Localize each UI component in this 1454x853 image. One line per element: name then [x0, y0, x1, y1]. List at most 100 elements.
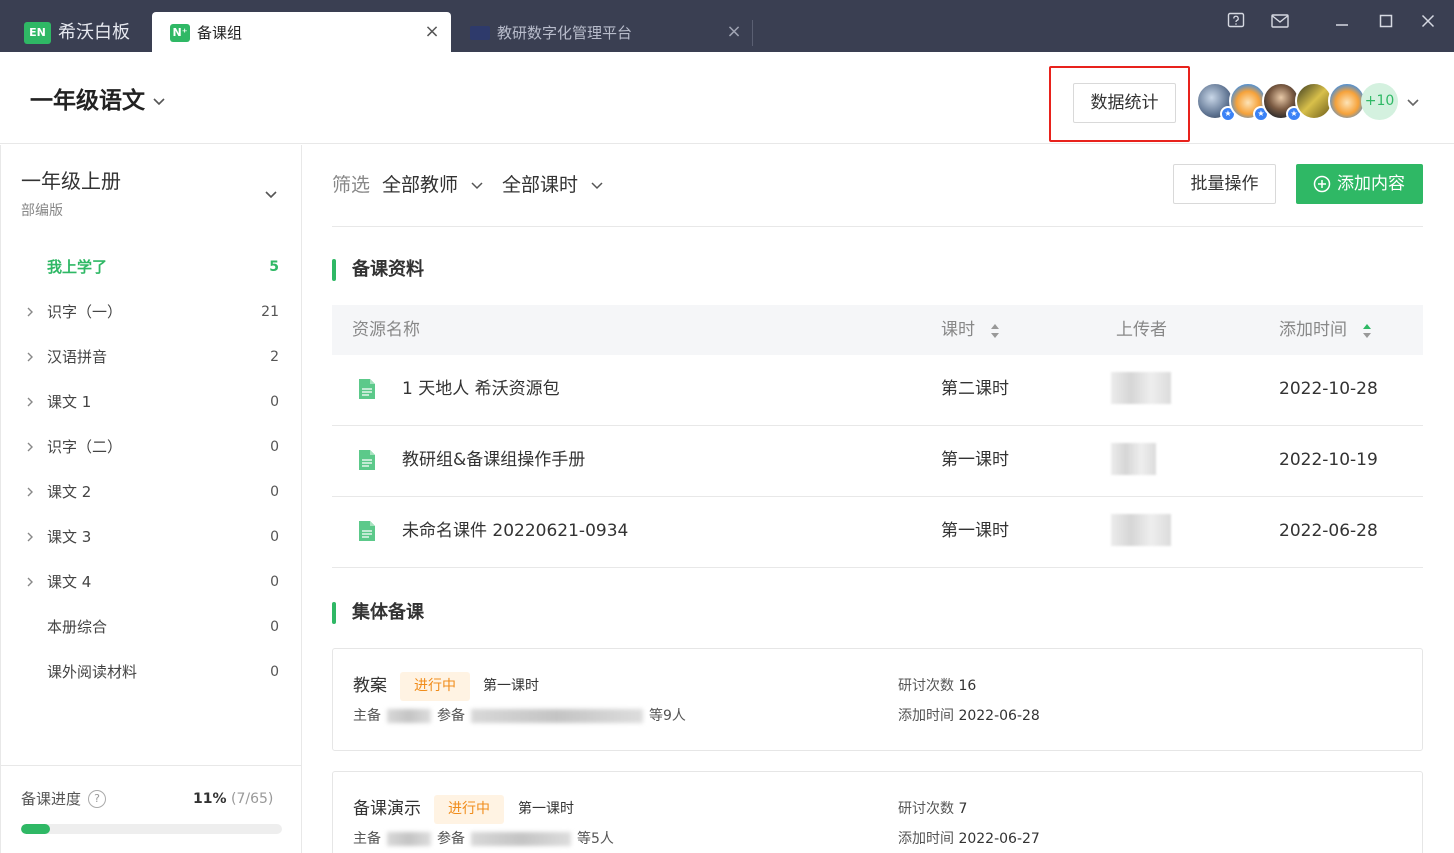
sort-icon[interactable]	[990, 323, 1000, 339]
document-icon	[359, 450, 375, 470]
card-title: 备课演示	[353, 799, 421, 819]
collective-lesson-card[interactable]: 教案 进行中 第一课时 主备 参备 等9人 研讨次数 16 添加时间 2022-06…	[332, 648, 1423, 751]
participants-suffix: 等9人	[649, 708, 686, 724]
volume-title[interactable]: 一年级上册	[21, 167, 121, 195]
chevron-down-icon[interactable]	[262, 185, 280, 203]
sidebar-item[interactable]: 本册综合 0	[1, 605, 301, 650]
resource-date: 2022-10-19	[1279, 450, 1378, 470]
progress-percent: 11%	[193, 791, 227, 807]
sidebar-item[interactable]: 课文 3 0	[1, 515, 301, 560]
sidebar-item-count: 0	[270, 529, 279, 545]
add-content-button[interactable]: 添加内容	[1296, 164, 1423, 204]
progress-label: 备课进度	[21, 790, 82, 808]
table-row[interactable]: 教研组&备课组操作手册 第一课时 2022-10-19	[332, 426, 1423, 497]
lesson-group-icon: N⁺	[170, 24, 190, 42]
sidebar-item[interactable]: 识字（一） 21	[1, 290, 301, 335]
resource-lesson: 第一课时	[941, 450, 1009, 470]
sidebar-item[interactable]: 课外阅读材料 0	[1, 650, 301, 695]
sidebar-item-count: 0	[270, 484, 279, 500]
platform-icon	[470, 26, 490, 40]
sort-icon[interactable]	[1362, 323, 1372, 339]
sidebar-item[interactable]: 课文 4 0	[1, 560, 301, 605]
table-header: 资源名称 课时 上传者 添加时间	[332, 305, 1423, 355]
sidebar-item-count: 5	[269, 259, 279, 275]
uploader-redacted	[1111, 372, 1171, 404]
tab-divider	[752, 20, 753, 46]
chevron-right-icon[interactable]	[23, 395, 37, 409]
sidebar-item-label: 识字（二）	[47, 438, 123, 456]
host-redacted	[387, 832, 431, 846]
chevron-right-icon[interactable]	[23, 530, 37, 544]
chevron-down-icon[interactable]	[1405, 94, 1421, 110]
chevron-right-icon[interactable]	[23, 575, 37, 589]
discussion-count: 研讨次数 7	[898, 801, 968, 817]
chevron-right-icon[interactable]	[23, 485, 37, 499]
sidebar-item-label: 课外阅读材料	[47, 663, 138, 681]
chevron-right-icon[interactable]	[23, 350, 37, 364]
sidebar-item[interactable]: 汉语拼音 2	[1, 335, 301, 380]
tab-research-platform[interactable]: 教研数字化管理平台 ×	[452, 12, 752, 52]
tab-lesson-group[interactable]: N⁺ 备课组 ×	[152, 12, 451, 52]
chevron-down-icon[interactable]	[150, 92, 168, 110]
column-header-date[interactable]: 添加时间	[1279, 317, 1347, 343]
progress-bar	[21, 824, 282, 834]
divider	[332, 226, 1423, 227]
sidebar-item-count: 0	[270, 394, 279, 410]
column-header-lesson[interactable]: 课时	[941, 317, 975, 343]
card-participants: 主备 参备 等9人	[353, 705, 686, 727]
sidebar-item-label: 课文 2	[47, 483, 92, 501]
host-redacted	[387, 709, 431, 723]
participants-suffix: 等5人	[577, 831, 614, 847]
resource-name: 1 天地人 希沃资源包	[402, 379, 560, 399]
chevron-right-icon[interactable]	[23, 305, 37, 319]
discussion-count: 研讨次数 16	[898, 678, 977, 694]
lesson-filter-dropdown[interactable]: 全部课时	[502, 172, 578, 198]
mail-icon[interactable]	[1266, 8, 1294, 34]
minimize-icon[interactable]	[1328, 8, 1356, 34]
close-window-icon[interactable]	[1414, 8, 1442, 34]
table-row[interactable]: 未命名课件 20220621-0934 第一课时 2022-06-28	[332, 497, 1423, 568]
chevron-right-icon[interactable]	[23, 440, 37, 454]
tab-label: 备课组	[197, 24, 243, 42]
resource-lesson: 第一课时	[941, 521, 1009, 541]
more-members-count[interactable]: +10	[1361, 83, 1398, 120]
maximize-icon[interactable]	[1372, 8, 1400, 34]
plus-circle-icon	[1313, 175, 1331, 193]
collective-lesson-card[interactable]: 备课演示 进行中 第一课时 主备 参备 等5人 研讨次数 7 添加时间 2022-0…	[332, 771, 1423, 853]
sidebar-item[interactable]: 我上学了 5	[1, 245, 301, 290]
chevron-down-icon[interactable]	[589, 177, 605, 193]
course-header: 一年级语文 数据统计 ★ ★ ★ +10	[0, 52, 1454, 144]
sidebar-item[interactable]: 识字（二） 0	[1, 425, 301, 470]
progress-fraction: (7/65)	[231, 791, 274, 807]
sidebar-item-label: 我上学了	[47, 258, 108, 276]
teacher-filter-dropdown[interactable]: 全部教师	[382, 172, 458, 198]
sidebar-item-label: 课文 1	[47, 393, 92, 411]
question-icon[interactable]: ?	[88, 790, 106, 808]
course-title[interactable]: 一年级语文	[30, 86, 145, 116]
volume-edition: 部编版	[21, 203, 63, 219]
sidebar-item-label: 汉语拼音	[47, 348, 108, 366]
resource-lesson: 第二课时	[941, 379, 1009, 399]
close-icon[interactable]: ×	[420, 20, 444, 44]
sidebar-item[interactable]: 课文 2 0	[1, 470, 301, 515]
host-label: 主备	[353, 708, 381, 724]
title-bar: EN 希沃白板 N⁺ 备课组 × 教研数字化管理平台 ×	[0, 0, 1454, 52]
document-icon	[359, 521, 375, 541]
sidebar: 一年级上册 部编版 我上学了 5 识字（一） 21 汉语拼音 2 课文 1 0 …	[0, 145, 302, 853]
uploader-redacted	[1111, 443, 1156, 475]
help-icon[interactable]	[1222, 8, 1250, 34]
add-content-label: 添加内容	[1337, 174, 1405, 194]
sidebar-item-count: 0	[270, 574, 279, 590]
sidebar-item-count: 0	[270, 619, 279, 635]
data-stats-button[interactable]: 数据统计	[1073, 83, 1176, 123]
batch-operation-button[interactable]: 批量操作	[1173, 164, 1276, 204]
tab-label: 教研数字化管理平台	[497, 24, 633, 42]
sidebar-item-label: 本册综合	[47, 618, 108, 636]
table-row[interactable]: 1 天地人 希沃资源包 第二课时 2022-10-28	[332, 355, 1423, 426]
added-date: 添加时间 2022-06-27	[898, 831, 1040, 847]
sidebar-item[interactable]: 课文 1 0	[1, 380, 301, 425]
chevron-down-icon[interactable]	[469, 177, 485, 193]
host-label: 主备	[353, 831, 381, 847]
resource-name: 教研组&备课组操作手册	[402, 450, 586, 470]
close-icon[interactable]: ×	[722, 20, 746, 44]
